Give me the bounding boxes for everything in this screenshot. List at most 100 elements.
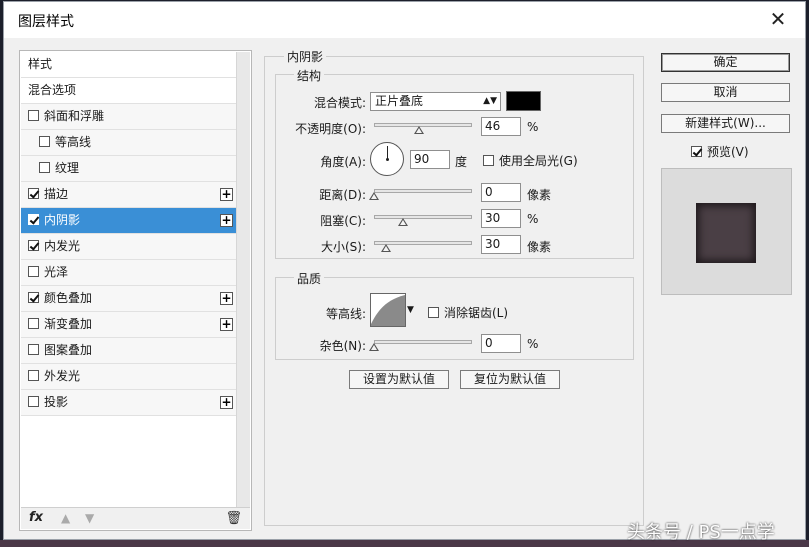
add-effect-icon[interactable]: +	[220, 292, 233, 305]
fx-icon[interactable]: fx	[29, 510, 43, 525]
styles-scrollbar[interactable]	[236, 52, 250, 507]
size-input[interactable]: 30	[481, 235, 521, 254]
styles-list: 样式混合选项斜面和浮雕 等高线纹理描边 + 内阴影 + 内发光光泽颜色叠加 + 渐变叠加 + 图案…	[21, 52, 236, 416]
style-item-label: 颜色叠加	[44, 291, 93, 305]
shadow-color-swatch[interactable]	[506, 91, 541, 111]
choke-unit: %	[527, 212, 539, 226]
blend-mode-select[interactable]: 正片叠底 ▲▼	[370, 92, 501, 111]
style-item[interactable]: 外发光	[21, 364, 236, 390]
style-item-label: 纹理	[55, 161, 80, 175]
style-checkbox-icon[interactable]	[28, 370, 39, 381]
anti-alias-checkbox[interactable]: 消除锯齿(L)	[428, 304, 508, 321]
global-light-check-icon	[483, 155, 494, 166]
style-checkbox-icon[interactable]	[39, 136, 50, 147]
close-icon[interactable]: ✕	[767, 8, 789, 30]
anti-alias-label: 消除锯齿(L)	[444, 306, 509, 320]
choke-slider[interactable]	[374, 215, 472, 219]
size-slider-thumb[interactable]	[380, 244, 391, 252]
opacity-input[interactable]: 46	[481, 117, 521, 136]
structure-title: 结构	[294, 67, 325, 84]
style-item[interactable]: 纹理	[21, 156, 236, 182]
style-item-label: 图案叠加	[44, 343, 93, 357]
opacity-slider-thumb[interactable]	[414, 126, 425, 134]
style-checkbox-icon[interactable]	[28, 240, 39, 251]
style-item-label: 渐变叠加	[44, 317, 93, 331]
style-item-label: 描边	[44, 187, 69, 201]
preview-swatch	[696, 203, 756, 263]
style-item-label: 光泽	[44, 265, 69, 279]
contour-dropdown-icon[interactable]: ▼	[407, 305, 414, 315]
add-effect-icon[interactable]: +	[220, 318, 233, 331]
opacity-label: 不透明度(O):	[295, 122, 366, 136]
make-default-button[interactable]: 设置为默认值	[349, 370, 449, 389]
global-light-checkbox[interactable]: 使用全局光(G)	[483, 152, 578, 169]
style-item[interactable]: 斜面和浮雕	[21, 104, 236, 130]
chevron-updown-icon: ▲▼	[483, 96, 497, 106]
anti-alias-check-icon	[428, 307, 439, 318]
style-item-label: 样式	[28, 57, 53, 71]
noise-slider-thumb[interactable]	[369, 343, 379, 351]
style-item-label: 内阴影	[44, 213, 81, 227]
contour-curve-icon	[371, 295, 405, 326]
contour-curve-picker[interactable]	[370, 293, 406, 327]
angle-input[interactable]: 90	[410, 150, 450, 169]
preview-thumbnail	[661, 168, 792, 295]
dialog-title: 图层样式	[18, 14, 74, 30]
style-item-label: 混合选项	[28, 83, 77, 97]
style-item[interactable]: 颜色叠加 +	[21, 286, 236, 312]
angle-dial[interactable]	[370, 142, 404, 176]
noise-slider[interactable]	[374, 340, 472, 344]
distance-unit: 像素	[527, 188, 552, 202]
move-up-icon[interactable]: ▲	[61, 511, 70, 525]
style-item[interactable]: 描边 +	[21, 182, 236, 208]
style-item-label: 投影	[44, 395, 69, 409]
cancel-button[interactable]: 取消	[661, 83, 790, 102]
layer-style-dialog: 图层样式 ✕ 样式混合选项斜面和浮雕 等高线纹理描边 + 内阴影 + 内发光光泽颜色叠加 +…	[3, 1, 806, 540]
style-checkbox-icon[interactable]	[39, 162, 50, 173]
style-item[interactable]: 等高线	[21, 130, 236, 156]
choke-slider-thumb[interactable]	[398, 218, 409, 226]
trash-icon[interactable]: 🗑	[225, 511, 242, 526]
ok-button[interactable]: 确定	[661, 53, 790, 72]
style-checkbox-icon[interactable]	[28, 344, 39, 355]
add-effect-icon[interactable]: +	[220, 188, 233, 201]
blend-mode-label: 混合模式:	[313, 96, 366, 110]
distance-slider[interactable]	[374, 189, 472, 193]
style-checkbox-icon[interactable]	[28, 292, 39, 303]
noise-input[interactable]: 0	[481, 334, 521, 353]
style-checkbox-icon[interactable]	[28, 318, 39, 329]
style-checkbox-icon[interactable]	[28, 110, 39, 121]
style-checkbox-icon[interactable]	[28, 188, 39, 199]
blend-mode-value: 正片叠底	[375, 94, 424, 108]
style-item[interactable]: 内阴影 +	[21, 208, 236, 234]
new-style-button[interactable]: 新建样式(W)...	[661, 114, 790, 133]
reset-default-button[interactable]: 复位为默认值	[460, 370, 560, 389]
opacity-unit: %	[527, 120, 539, 134]
choke-input[interactable]: 30	[481, 209, 521, 228]
styles-panel: 样式混合选项斜面和浮雕 等高线纹理描边 + 内阴影 + 内发光光泽颜色叠加 + 渐变叠加 + 图案…	[19, 50, 252, 531]
title-bar: 图层样式 ✕	[4, 2, 805, 38]
style-checkbox-icon[interactable]	[28, 266, 39, 277]
add-effect-icon[interactable]: +	[220, 214, 233, 227]
quality-title: 品质	[294, 270, 325, 287]
move-down-icon[interactable]: ▼	[85, 511, 94, 525]
size-unit: 像素	[527, 240, 552, 254]
style-item[interactable]: 样式	[21, 52, 236, 78]
style-item[interactable]: 图案叠加	[21, 338, 236, 364]
contour-label: 等高线:	[325, 307, 366, 321]
style-item[interactable]: 内发光	[21, 234, 236, 260]
style-checkbox-icon[interactable]	[28, 396, 39, 407]
noise-unit: %	[527, 337, 539, 351]
style-item-label: 外发光	[44, 369, 81, 383]
preview-check-icon	[691, 146, 702, 157]
styles-footer: fx ▲ ▼ 🗑	[21, 507, 250, 529]
distance-input[interactable]: 0	[481, 183, 521, 202]
add-effect-icon[interactable]: +	[220, 396, 233, 409]
distance-slider-thumb[interactable]	[369, 192, 379, 200]
preview-checkbox[interactable]: 预览(V)	[691, 143, 749, 160]
style-checkbox-icon[interactable]	[28, 214, 39, 225]
style-item[interactable]: 混合选项	[21, 78, 236, 104]
style-item[interactable]: 渐变叠加 +	[21, 312, 236, 338]
style-item[interactable]: 光泽	[21, 260, 236, 286]
style-item[interactable]: 投影 +	[21, 390, 236, 416]
